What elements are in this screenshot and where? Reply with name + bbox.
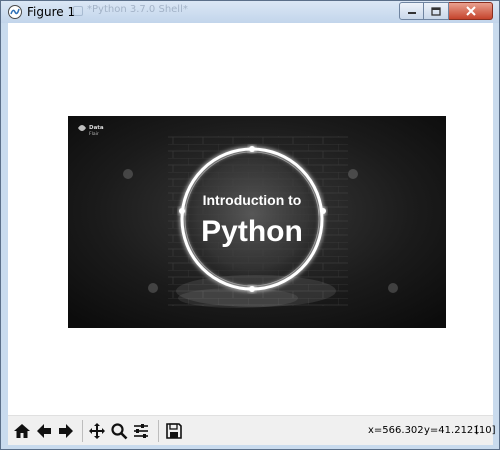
background-window-title: *Python 3.7.0 Shell* [71, 4, 301, 20]
figure-canvas[interactable]: Data Flair Introduction to Python [8, 23, 493, 415]
save-button[interactable] [163, 420, 185, 442]
logo-text-data: Data [89, 125, 104, 131]
logo-text-flair: Flair [89, 131, 99, 137]
zoom-button[interactable] [108, 420, 130, 442]
maximize-icon [431, 6, 441, 16]
window-controls [399, 2, 493, 20]
displayed-image: Data Flair Introduction to Python [68, 116, 446, 328]
headline-text: Introduction to [203, 192, 302, 208]
save-icon [166, 423, 182, 439]
background-window-title-text: *Python 3.7.0 Shell* [87, 4, 188, 15]
pixel-value-readout: [10] [475, 425, 496, 436]
x-coordinate-readout: x=566.302 [368, 425, 424, 436]
subject-text: Python [201, 215, 303, 248]
back-button[interactable] [33, 420, 55, 442]
home-icon [14, 424, 30, 438]
forward-button[interactable] [55, 420, 77, 442]
toolbar-separator [158, 420, 159, 442]
navigation-toolbar: x=566.302 y=41.2121 [10] [8, 415, 496, 445]
subplots-button[interactable] [130, 420, 152, 442]
title-bar[interactable]: Figure 1 *Python 3.7.0 Shell* [1, 1, 499, 23]
back-arrow-icon [37, 424, 51, 438]
figure-window: Figure 1 *Python 3.7.0 Shell* Data Flair… [0, 0, 500, 450]
shell-icon [73, 6, 83, 16]
minimize-button[interactable] [399, 2, 424, 20]
subplots-icon [134, 424, 148, 438]
close-icon [465, 6, 476, 16]
y-coordinate-readout: y=41.2121 [424, 425, 480, 436]
python-intro-image: Data Flair Introduction to Python [68, 116, 446, 328]
pan-icon [89, 423, 105, 439]
zoom-icon [111, 423, 128, 440]
minimize-icon [407, 12, 416, 14]
maximize-button[interactable] [424, 2, 449, 20]
figure-window-icon [7, 4, 23, 20]
close-button[interactable] [449, 2, 493, 20]
home-button[interactable] [11, 420, 33, 442]
pan-button[interactable] [86, 420, 108, 442]
toolbar-separator [82, 420, 83, 442]
window-title: Figure 1 [27, 5, 76, 19]
forward-arrow-icon [59, 424, 73, 438]
